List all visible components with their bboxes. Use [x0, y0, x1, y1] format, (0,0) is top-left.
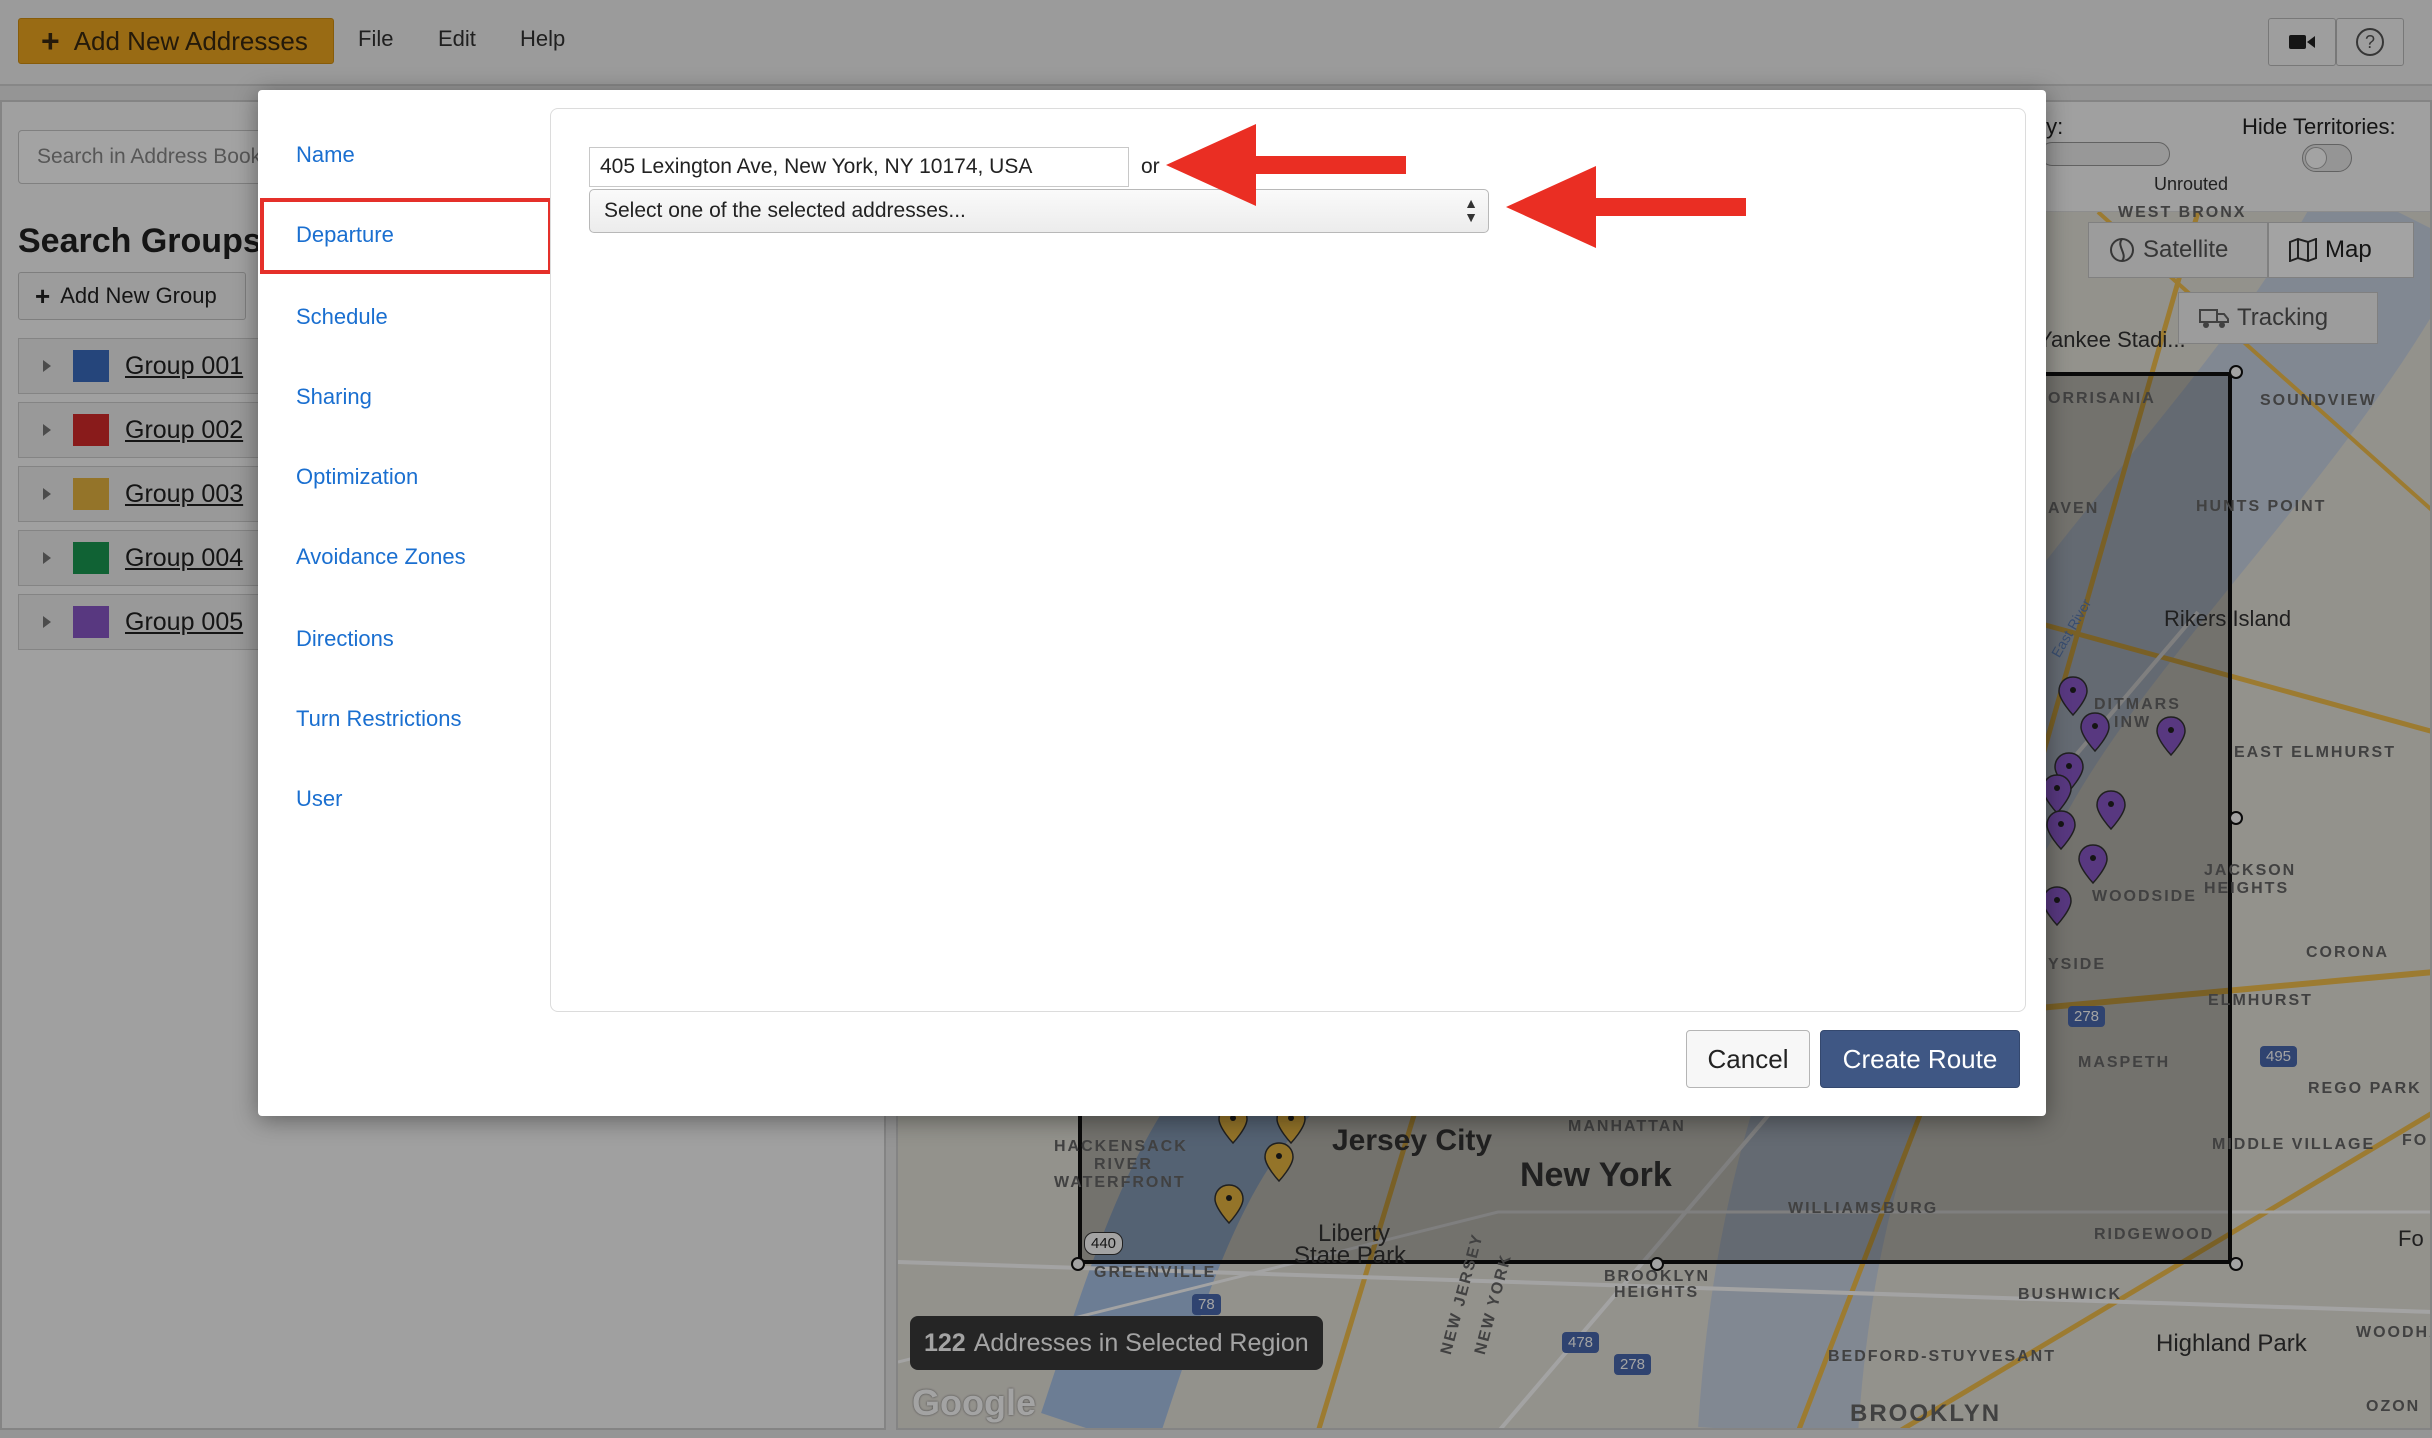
nav-optimization[interactable]: Optimization [296, 464, 418, 490]
create-route-button[interactable]: Create Route [1820, 1030, 2020, 1088]
route-settings-modal: Name Departure Schedule Sharing Optimiza… [258, 90, 2046, 1116]
red-arrow-icon [1166, 124, 1406, 206]
nav-departure[interactable]: Departure [296, 222, 394, 248]
select-arrows-icon: ▲ ▼ [1464, 195, 1478, 225]
or-label: or [1141, 155, 1160, 178]
departure-panel: or Select one of the selected addresses.… [550, 108, 2026, 1012]
nav-sharing[interactable]: Sharing [296, 384, 372, 410]
red-arrow-icon [1506, 166, 1746, 248]
nav-directions[interactable]: Directions [296, 626, 394, 652]
dropdown-value: Select one of the selected addresses... [604, 199, 966, 222]
nav-name[interactable]: Name [296, 142, 355, 168]
departure-address-input[interactable] [589, 147, 1129, 187]
nav-user[interactable]: User [296, 786, 342, 812]
nav-avoidance-zones[interactable]: Avoidance Zones [296, 544, 466, 570]
cancel-button[interactable]: Cancel [1686, 1030, 1810, 1088]
nav-turn-restrictions[interactable]: Turn Restrictions [296, 706, 461, 732]
nav-schedule[interactable]: Schedule [296, 304, 388, 330]
